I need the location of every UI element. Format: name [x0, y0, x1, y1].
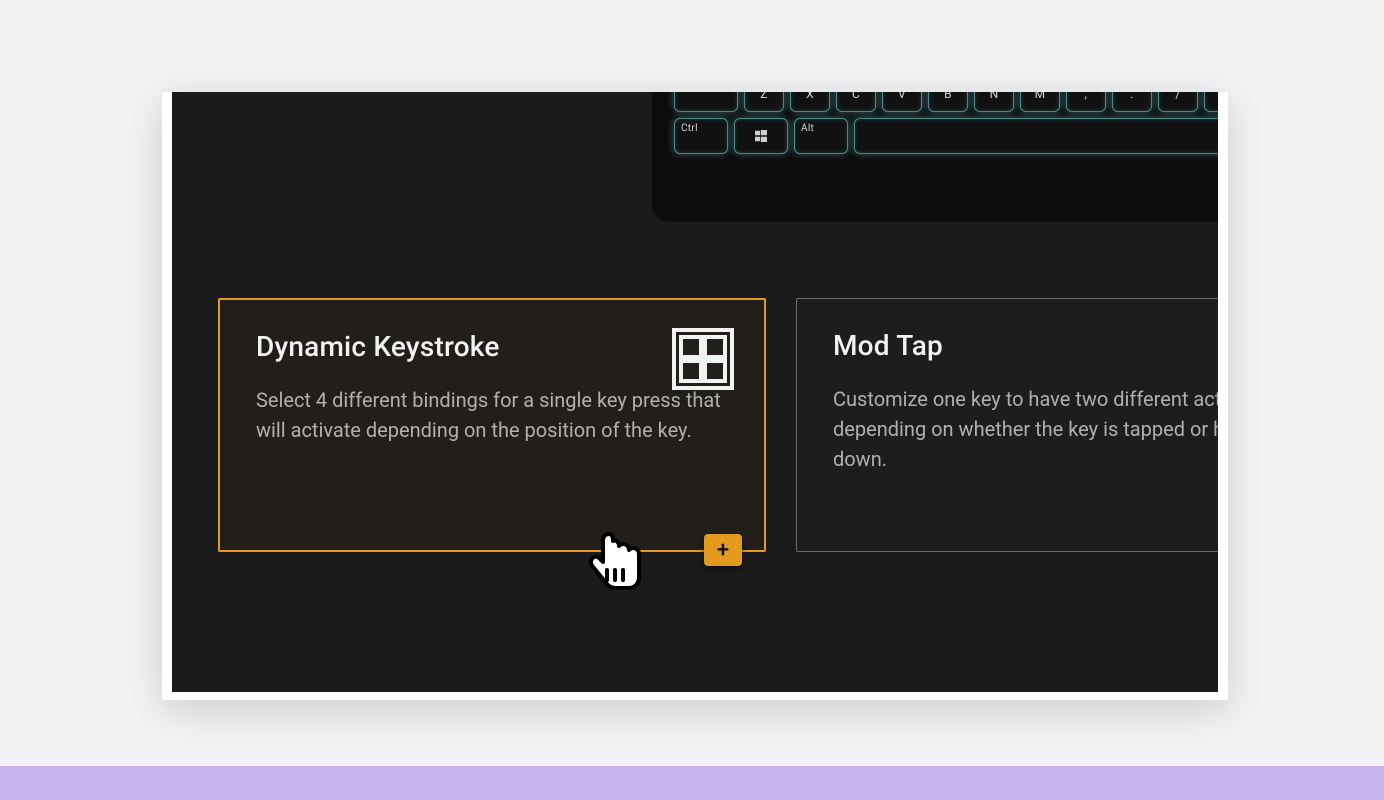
keyboard-render: Z X C V B N M , . / Ctrl — [652, 92, 1218, 222]
card-dynamic-keystroke[interactable]: Dynamic Keystroke Select 4 different bin… — [218, 298, 766, 552]
key: B — [928, 92, 968, 112]
key-win — [734, 118, 788, 154]
key: , — [1066, 92, 1106, 112]
card-description: Select 4 different bindings for a single… — [256, 385, 728, 445]
feature-cards-row: Dynamic Keystroke Select 4 different bin… — [218, 298, 1218, 552]
screenshot-frame: Z X C V B N M , . / Ctrl — [162, 92, 1228, 700]
card-title: Dynamic Keystroke — [256, 330, 728, 363]
card-title: Mod Tap — [833, 329, 1218, 362]
keyboard-row-alpha: Z X C V B N M , . / — [674, 92, 1218, 112]
keystroke-grid-icon — [672, 328, 734, 390]
key-alt: Alt — [794, 118, 848, 154]
add-button[interactable]: + — [704, 534, 742, 566]
key: C — [836, 92, 876, 112]
card-mod-tap[interactable]: Mod Tap Customize one key to have two di… — [796, 298, 1218, 552]
key: V — [882, 92, 922, 112]
key: M — [1020, 92, 1060, 112]
key-space — [854, 118, 1218, 154]
key: / — [1158, 92, 1198, 112]
key: . — [1112, 92, 1152, 112]
key: Z — [744, 92, 784, 112]
app-stage: Z X C V B N M , . / Ctrl — [172, 92, 1218, 692]
keyboard-row-mod: Ctrl Alt Alt — [674, 118, 1218, 154]
key-ctrl: Ctrl — [674, 118, 728, 154]
windows-icon — [755, 130, 767, 142]
footer-band — [0, 766, 1384, 800]
key-shift — [674, 92, 738, 112]
plus-icon: + — [717, 538, 729, 563]
key-shift-r — [1204, 92, 1218, 112]
key: X — [790, 92, 830, 112]
card-description: Customize one key to have two different … — [833, 384, 1218, 474]
key: N — [974, 92, 1014, 112]
